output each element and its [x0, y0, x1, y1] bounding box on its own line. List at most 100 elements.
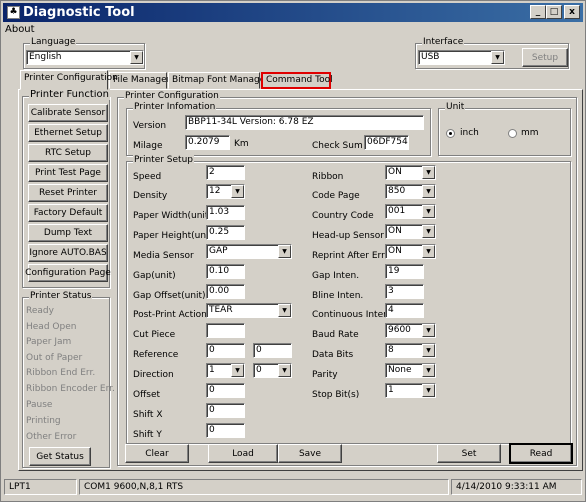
chevron-down-icon: ▼ — [278, 364, 291, 377]
shift-y-field[interactable]: 0 — [206, 423, 245, 438]
stop-bits-select[interactable]: 1 ▼ — [385, 383, 436, 398]
unit-mm-label: mm — [521, 128, 539, 138]
shift-x-field[interactable]: 0 — [206, 403, 245, 418]
gap-offset-field[interactable]: 0.00 — [206, 284, 245, 299]
offset-label: Offset — [133, 390, 161, 400]
offset-field[interactable]: 0 — [206, 383, 245, 398]
direction-select[interactable]: 1 ▼ — [206, 363, 245, 378]
ethernet-setup-button[interactable]: Ethernet Setup — [28, 124, 108, 142]
mirror-select[interactable]: 0 ▼ — [253, 363, 292, 378]
version-field[interactable]: BBP11-34L Version: 6.78 EZ — [185, 115, 424, 130]
post-print-action-select[interactable]: TEAR ▼ — [206, 303, 292, 318]
continuous-intensity-field[interactable]: 4 — [385, 303, 424, 318]
density-select[interactable]: 12 ▼ — [206, 184, 245, 199]
code-page-select[interactable]: 850 ▼ — [385, 184, 436, 199]
cut-piece-field[interactable] — [206, 323, 245, 338]
baud-rate-select[interactable]: 9600 ▼ — [385, 323, 436, 338]
status-ready: Ready — [26, 306, 54, 316]
paper-height-label: Paper Height(unit) — [133, 231, 216, 241]
printer-setup-label: Printer Setup — [133, 155, 194, 165]
code-page-label: Code Page — [312, 191, 360, 201]
gap-intensity-label: Gap Inten. — [312, 271, 360, 281]
chevron-down-icon: ▼ — [422, 205, 435, 218]
gap-offset-label: Gap Offset(unit) — [133, 291, 206, 301]
save-button[interactable]: Save — [278, 444, 342, 463]
window-title: Diagnostic Tool — [23, 5, 135, 20]
interface-label: Interface — [422, 37, 465, 47]
chevron-down-icon: ▼ — [422, 245, 435, 258]
parity-label: Parity — [312, 370, 338, 380]
printer-configuration-label: Printer Configuration — [124, 91, 220, 101]
direction-label: Direction — [133, 370, 174, 380]
interface-select[interactable]: USB ▼ — [418, 50, 505, 65]
rtc-setup-button[interactable]: RTC Setup — [28, 144, 108, 162]
chevron-down-icon: ▼ — [278, 245, 291, 258]
load-button[interactable]: Load — [208, 444, 278, 463]
speed-field[interactable]: 2 — [206, 165, 245, 180]
baud-rate-label: Baud Rate — [312, 330, 359, 340]
checksum-field[interactable]: 06DF7546 — [364, 135, 409, 150]
gap-intensity-field[interactable]: 19 — [385, 264, 424, 279]
language-label: Language — [30, 37, 77, 47]
unit-group: Unit — [438, 102, 571, 156]
app-icon: ♣ — [7, 6, 20, 19]
configuration-page-button[interactable]: Configuration Page — [25, 264, 111, 282]
reference-x-field[interactable]: 0 — [206, 343, 245, 358]
maximize-button[interactable]: □ — [546, 5, 562, 19]
printer-information-label: Printer Infomation — [133, 102, 217, 112]
data-bits-select[interactable]: 8 ▼ — [385, 343, 436, 358]
print-test-page-button[interactable]: Print Test Page — [28, 164, 108, 182]
read-button[interactable]: Read — [509, 443, 573, 464]
paper-height-field[interactable]: 0.25 — [206, 225, 245, 240]
shift-x-label: Shift X — [133, 410, 163, 420]
status-paper-jam: Paper Jam — [26, 337, 72, 347]
status-printing: Printing — [26, 416, 61, 426]
media-sensor-select[interactable]: GAP ▼ — [206, 244, 292, 259]
reprint-after-error-select[interactable]: ON ▼ — [385, 244, 436, 259]
checksum-label: Check Sum — [312, 141, 363, 151]
speed-label: Speed — [133, 172, 162, 182]
close-button[interactable]: x — [564, 5, 580, 19]
unit-inch-radio[interactable] — [446, 129, 455, 138]
bline-intensity-field[interactable]: 3 — [385, 284, 424, 299]
version-label: Version — [133, 121, 167, 131]
clear-button[interactable]: Clear — [125, 444, 189, 463]
reset-printer-button[interactable]: Reset Printer — [28, 184, 108, 202]
calibrate-sensor-button[interactable]: Calibrate Sensor — [28, 104, 108, 122]
gap-field[interactable]: 0.10 — [206, 264, 245, 279]
tab-bitmap-font-manager[interactable]: Bitmap Font Manager — [168, 72, 269, 89]
paper-width-label: Paper Width(unit) — [133, 211, 212, 221]
dump-text-button[interactable]: Dump Text — [28, 224, 108, 242]
tab-command-tool[interactable]: Command Tool — [261, 72, 333, 89]
factory-default-button[interactable]: Factory Default — [28, 204, 108, 222]
parity-select[interactable]: None ▼ — [385, 363, 436, 378]
milage-field[interactable]: 0.2079 — [185, 135, 230, 150]
status-head-open: Head Open — [26, 322, 77, 332]
printer-setup-group: Printer Setup — [126, 155, 571, 444]
menu-about[interactable]: About — [5, 24, 35, 35]
chevron-down-icon: ▼ — [130, 51, 143, 64]
set-button[interactable]: Set — [437, 444, 501, 463]
reprint-after-error-label: Reprint After Error — [312, 251, 394, 261]
status-ribbon-end: Ribbon End Err. — [26, 368, 96, 378]
minimize-button[interactable]: _ — [530, 5, 546, 19]
status-other-error: Other Error — [26, 432, 77, 442]
setup-button[interactable]: Setup — [522, 48, 568, 67]
bline-intensity-label: Bline Inten. — [312, 291, 364, 301]
status-ribbon-encoder: Ribbon Encoder Err. — [26, 384, 115, 394]
language-select[interactable]: English ▼ — [26, 50, 144, 65]
country-code-select[interactable]: 001 ▼ — [385, 204, 436, 219]
ribbon-select[interactable]: ON ▼ — [385, 165, 436, 180]
reference-y-field[interactable]: 0 — [253, 343, 292, 358]
head-up-sensor-label: Head-up Sensor — [312, 231, 384, 241]
head-up-sensor-select[interactable]: ON ▼ — [385, 224, 436, 239]
get-status-button[interactable]: Get Status — [29, 447, 91, 466]
tab-printer-configuration[interactable]: Printer Configuration — [20, 70, 118, 90]
chevron-down-icon: ▼ — [422, 324, 435, 337]
unit-mm-radio[interactable] — [508, 129, 517, 138]
paper-width-field[interactable]: 1.03 — [206, 205, 245, 220]
ignore-auto-bas-button[interactable]: Ignore AUTO.BAS — [28, 244, 108, 262]
chevron-down-icon: ▼ — [422, 364, 435, 377]
chevron-down-icon: ▼ — [422, 344, 435, 357]
country-code-label: Country Code — [312, 211, 374, 221]
